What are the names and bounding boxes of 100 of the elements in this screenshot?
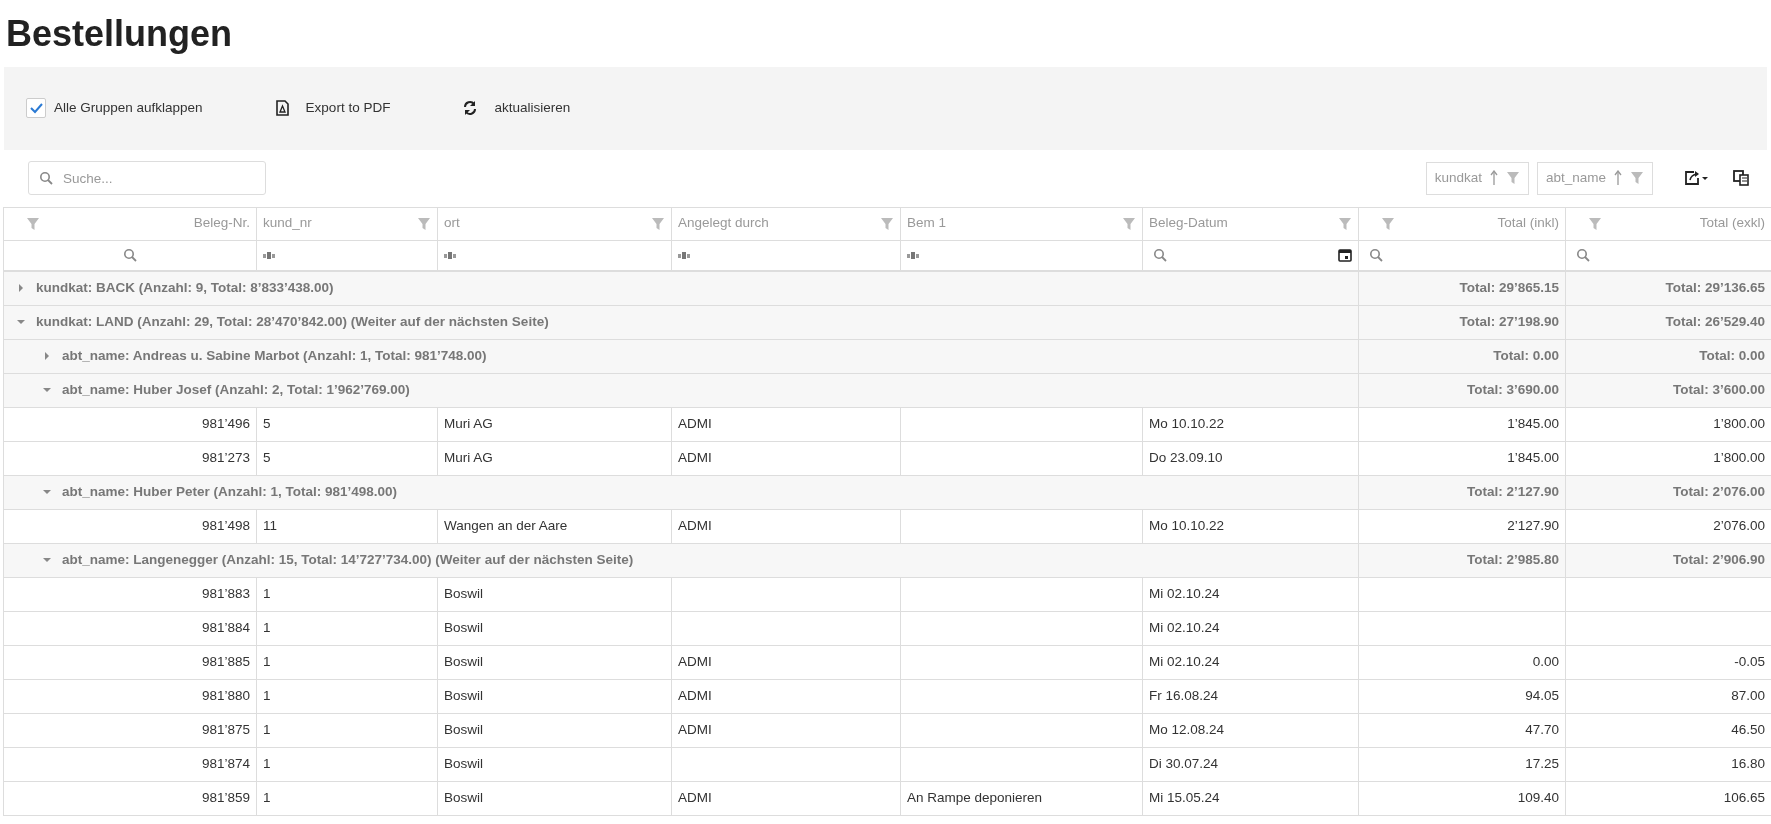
table-cell: ADMI: [678, 449, 712, 465]
table-cell: 11: [263, 517, 277, 533]
search-icon[interactable]: [123, 248, 137, 263]
table-cell: 106.65: [1723, 789, 1765, 805]
group-total: Total: 0.00: [1699, 347, 1765, 363]
table-cell: Boswil: [444, 653, 483, 669]
filter-icon[interactable]: [417, 216, 431, 231]
table-cell: -0.05: [1734, 653, 1765, 669]
group-chip-label[interactable]: abt_name: [1545, 167, 1606, 189]
caret-down-icon: [43, 556, 51, 565]
table-cell: 1: [263, 653, 271, 669]
group-chip[interactable]: kundkat: [1425, 161, 1529, 195]
table-cell: ADMI: [678, 789, 712, 805]
table-cell: 109.40: [1517, 789, 1559, 805]
group-total: Total: 2’906.90: [1672, 551, 1765, 567]
table-cell: Mi 02.10.24: [1149, 585, 1220, 601]
table-cell: 981’875: [201, 721, 250, 737]
column-header[interactable]: Total (inkl): [1497, 213, 1559, 234]
group-total: Total: 27’198.90: [1459, 313, 1559, 329]
table-cell: Boswil: [444, 585, 483, 601]
table-cell: ADMI: [678, 517, 712, 533]
text-filter-icon[interactable]: [907, 250, 919, 260]
table-cell: Boswil: [444, 789, 483, 805]
caret-right-icon: [17, 283, 25, 294]
group-total: Total: 29’865.15: [1459, 280, 1559, 296]
table-cell: 981’273: [201, 449, 250, 465]
table-cell: Di 30.07.24: [1149, 755, 1219, 771]
search-icon[interactable]: [1369, 248, 1383, 263]
table-cell: 981’859: [201, 789, 250, 805]
group-chip-label[interactable]: kundkat: [1434, 167, 1482, 189]
table-cell: 0.00: [1532, 653, 1559, 669]
filter-icon[interactable]: [880, 216, 894, 231]
filter-icon[interactable]: [1338, 216, 1352, 231]
text-filter-icon[interactable]: [678, 250, 690, 260]
caret-down-icon: [43, 386, 51, 395]
column-header[interactable]: Bem 1: [907, 213, 947, 234]
filter-icon[interactable]: [1381, 216, 1395, 231]
group-label: kundkat: LAND (Anzahl: 29, Total: 28’470’842.00) (Weiter auf der nächsten Seite): [36, 312, 549, 331]
checkbox[interactable]: [26, 98, 46, 119]
table-cell: 2’076.00: [1713, 517, 1765, 533]
table-cell: 981’496: [201, 415, 250, 431]
refresh-icon: [462, 100, 479, 117]
filter-icon[interactable]: [1630, 171, 1644, 186]
table-cell: Mi 02.10.24: [1149, 619, 1220, 635]
table-cell: 981’883: [201, 585, 250, 601]
filter-icon[interactable]: [651, 216, 665, 231]
table-cell: Boswil: [444, 721, 483, 737]
column-header[interactable]: Total (exkl): [1699, 213, 1765, 234]
table-cell: 981’498: [201, 517, 250, 533]
group-label: kundkat: BACK (Anzahl: 9, Total: 8’833’438.00): [36, 279, 334, 298]
sort-icon[interactable]: [1614, 170, 1622, 187]
page-title: Bestellungen: [6, 14, 234, 54]
group-total: Total: 3’600.00: [1672, 381, 1765, 397]
table-cell: ADMI: [678, 721, 712, 737]
checkbox-label[interactable]: Alle Gruppen aufklappen: [54, 97, 203, 119]
table-cell: ADMI: [678, 415, 712, 431]
table-cell: Mo 12.08.24: [1149, 721, 1225, 737]
table-cell: 16.80: [1731, 755, 1765, 771]
column-header[interactable]: Beleg-Nr.: [193, 213, 250, 234]
table-cell: 1’845.00: [1507, 415, 1559, 431]
table-cell: 1: [263, 585, 271, 601]
export-icon[interactable]: [1685, 170, 1709, 187]
sort-icon[interactable]: [1489, 170, 1498, 187]
search-icon: [39, 171, 53, 186]
group-label: abt_name: Andreas u. Sabine Marbot (Anzahl: 1, Total: 981’748.00): [62, 346, 487, 365]
table-cell: 1: [263, 755, 271, 771]
table-cell: 1: [263, 789, 271, 805]
table-cell: 1’800.00: [1713, 449, 1765, 465]
group-total: Total: 2’985.80: [1466, 551, 1559, 567]
table-cell: Wangen an der Aare: [444, 517, 568, 533]
text-filter-icon[interactable]: [263, 250, 275, 260]
column-chooser-icon[interactable]: [1733, 170, 1749, 187]
text-filter-icon[interactable]: [444, 250, 456, 260]
group-total: Total: 2’076.00: [1672, 483, 1765, 499]
refresh-button[interactable]: aktualisieren: [462, 97, 595, 119]
filter-icon[interactable]: [26, 216, 40, 231]
table-cell: 1: [263, 687, 271, 703]
column-header[interactable]: kund_nr: [263, 213, 312, 234]
table-cell: 981’884: [201, 619, 250, 635]
table-cell: 1: [263, 721, 271, 737]
table-cell: An Rampe deponieren: [907, 789, 1043, 805]
export-pdf-button[interactable]: Export to PDF: [274, 97, 415, 119]
column-header[interactable]: ort: [444, 213, 460, 234]
group-label: abt_name: Huber Peter (Anzahl: 1, Total: 981’498.00): [62, 482, 398, 501]
table-cell: ADMI: [678, 687, 712, 703]
search-icon[interactable]: [1153, 248, 1167, 263]
caret-right-icon: [43, 351, 51, 362]
group-label: abt_name: Huber Josef (Anzahl: 2, Total: 1’962’769.00): [62, 380, 410, 399]
filter-icon[interactable]: [1505, 171, 1520, 186]
check-icon: [28, 101, 44, 116]
search-field[interactable]: Suche...: [28, 161, 266, 196]
group-chip[interactable]: abt_name: [1536, 161, 1653, 195]
calendar-icon[interactable]: [1338, 248, 1352, 263]
filter-icon[interactable]: [1122, 216, 1136, 231]
search-icon[interactable]: [1576, 248, 1590, 263]
table-cell: Mo 10.10.22: [1149, 415, 1225, 431]
filter-icon[interactable]: [1588, 216, 1602, 231]
caret-down-icon: [17, 318, 25, 327]
table-cell: 981’885: [201, 653, 250, 669]
group-total: Total: 3’690.00: [1466, 381, 1559, 397]
